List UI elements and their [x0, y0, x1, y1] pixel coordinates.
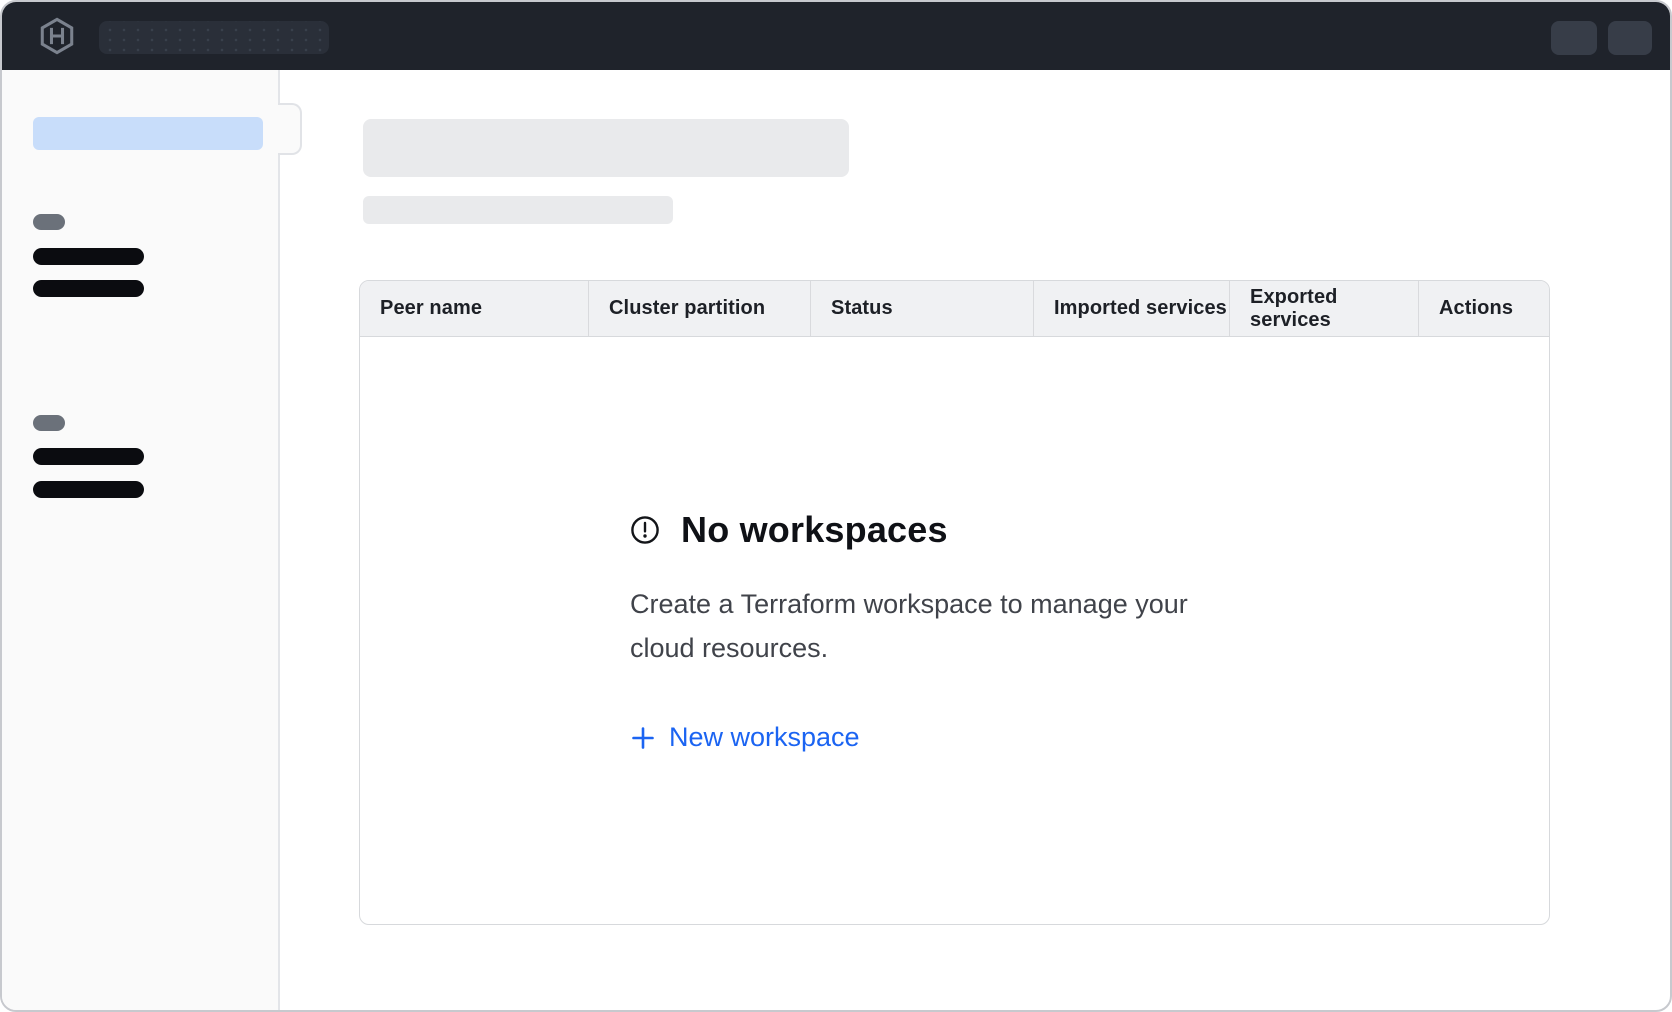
new-workspace-label: New workspace [669, 722, 860, 753]
topbar-action-placeholder[interactable] [1608, 21, 1652, 55]
sidebar [2, 70, 280, 1012]
sidebar-item-skeleton[interactable] [33, 481, 144, 498]
table-header-row: Peer name Cluster partition Status Impor… [360, 281, 1549, 337]
top-nav-bar [2, 2, 1672, 70]
plus-icon [630, 725, 656, 751]
topbar-action-placeholder[interactable] [1551, 21, 1597, 55]
sidebar-item-active-skeleton[interactable] [33, 117, 263, 150]
sidebar-section-label-skeleton [33, 214, 65, 230]
sidebar-item-skeleton[interactable] [33, 248, 144, 265]
column-header-actions: Actions [1418, 281, 1549, 336]
hashicorp-logo-icon[interactable] [38, 17, 76, 55]
sidebar-item-skeleton[interactable] [33, 448, 144, 465]
alert-circle-icon [630, 515, 660, 545]
empty-state: No workspaces Create a Terraform workspa… [630, 508, 1210, 756]
column-header-imported-services: Imported services [1033, 281, 1229, 336]
column-header-peer-name: Peer name [360, 281, 588, 336]
sidebar-collapse-handle[interactable] [278, 103, 302, 155]
column-header-exported-services: Exported services [1229, 281, 1418, 336]
empty-state-description: Create a Terraform workspace to manage y… [630, 582, 1195, 670]
search-placeholder[interactable] [99, 21, 329, 54]
column-header-status: Status [810, 281, 1033, 336]
new-workspace-link[interactable]: New workspace [630, 722, 860, 753]
page-title-placeholder [363, 119, 849, 177]
sidebar-item-skeleton[interactable] [33, 280, 144, 297]
app-window: Peer name Cluster partition Status Impor… [0, 0, 1672, 1012]
sidebar-section-label-skeleton [33, 415, 65, 431]
empty-state-title: No workspaces [681, 509, 948, 551]
empty-state-title-row: No workspaces [630, 508, 1210, 552]
page-subtitle-placeholder [363, 196, 673, 224]
column-header-cluster-partition: Cluster partition [588, 281, 810, 336]
